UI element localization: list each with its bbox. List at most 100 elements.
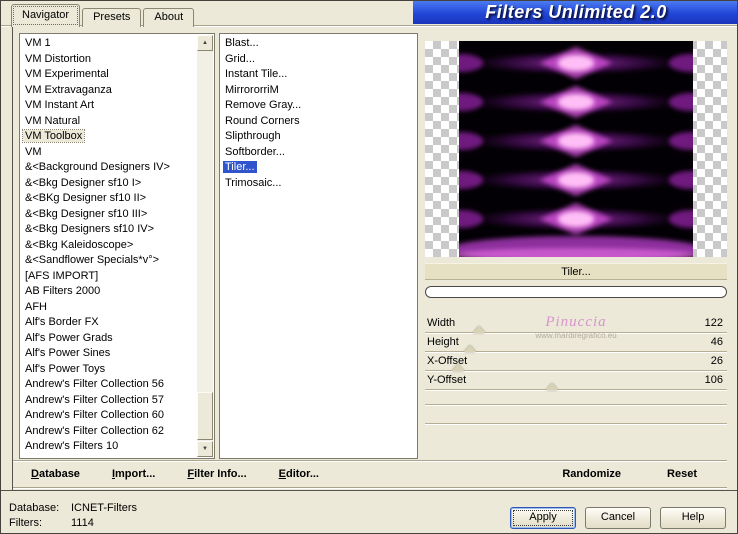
category-item-label: VM 1	[25, 37, 51, 49]
action-button[interactable]: Reset	[667, 468, 697, 480]
tab[interactable]: Presets	[82, 8, 142, 27]
category-item[interactable]: Alf's Power Sines	[21, 346, 197, 362]
category-item-label: VM Distortion	[25, 52, 92, 65]
progress-bar	[425, 286, 727, 298]
action-label: Reset	[667, 468, 697, 480]
scroll-up-icon[interactable]: ▲	[197, 35, 213, 51]
command-button[interactable]: Import...	[112, 468, 155, 480]
status-filters-value: 1114	[71, 517, 94, 529]
category-item-label: Andrew's Filters 10	[25, 440, 119, 452]
category-item[interactable]: Andrew's Filter Collection 57	[21, 393, 197, 409]
filter-item-label: Remove Gray...	[225, 99, 302, 111]
category-item[interactable]: VM Toolbox	[21, 129, 197, 145]
filter-item[interactable]: Blast...	[221, 36, 416, 52]
category-item-label: &<Bkg Designers sf10 IV>	[25, 223, 155, 235]
category-item[interactable]: &<Bkg Designer sf10 I>	[21, 176, 197, 192]
filter-item-label: Tiler...	[223, 161, 257, 173]
filter-item[interactable]: Tiler...	[221, 160, 416, 176]
filter-item[interactable]: Remove Gray...	[221, 98, 416, 114]
category-item-label: AB Filters 2000	[25, 285, 101, 297]
dialog-button[interactable]: Help	[660, 507, 726, 529]
category-item[interactable]: VM Instant Art	[21, 98, 197, 114]
category-item-label: VM Natural	[25, 114, 81, 127]
category-item[interactable]: Alf's Power Toys	[21, 362, 197, 378]
category-item[interactable]: Alf's Border FX	[21, 315, 197, 331]
category-item[interactable]: Alf's Power Grads	[21, 331, 197, 347]
category-item[interactable]: VM Distortion	[21, 52, 197, 68]
filter-list-items: Blast... Grid... Instant Tile... Mirroro…	[221, 36, 416, 457]
category-item[interactable]: Andrew's Filters 10	[21, 439, 197, 455]
filter-item-label: Slipthrough	[225, 130, 281, 142]
param-slider-row: X-Offset 26	[425, 352, 727, 371]
tab[interactable]: Navigator	[11, 4, 81, 27]
category-item[interactable]: VM	[21, 145, 197, 161]
scroll-down-icon[interactable]: ▼	[197, 441, 213, 457]
dialog-button-label: Help	[681, 511, 705, 523]
filter-item[interactable]: Round Corners	[221, 114, 416, 130]
category-item[interactable]: &<Bkg Designers sf10 IV>	[21, 222, 197, 238]
command-button[interactable]: Editor...	[279, 468, 319, 480]
tab[interactable]: About	[143, 8, 195, 27]
command-label: Filter Info...	[187, 468, 247, 480]
slider-thumb[interactable]	[473, 326, 486, 333]
param-label: Y-Offset	[427, 374, 467, 386]
preview-caption-label: Tiler...	[561, 266, 591, 278]
category-item[interactable]: AFH	[21, 300, 197, 316]
category-item[interactable]: Andrew's Filter Collection 62	[21, 424, 197, 440]
action-button[interactable]: Randomize	[562, 468, 621, 480]
dialog-button-label: Apply	[529, 511, 557, 523]
dialog-button-label: Cancel	[600, 511, 636, 523]
slider-thumb[interactable]	[464, 345, 477, 352]
category-item[interactable]: &<BKg Designer sf10 II>	[21, 191, 197, 207]
slider-thumb[interactable]	[545, 383, 558, 390]
category-scrollbar[interactable]: ▲ ▼	[197, 35, 213, 457]
filter-item-label: Softborder...	[225, 145, 285, 158]
category-item[interactable]: &<Sandflower Specials*v°>	[21, 253, 197, 269]
category-item-label: &<Bkg Designer sf10 III>	[25, 207, 148, 220]
command-button[interactable]: Filter Info...	[187, 468, 246, 480]
dialog-button[interactable]: Cancel	[585, 507, 651, 529]
category-item-label: Andrew's Filter Collection 57	[25, 393, 165, 406]
status-database-value: ICNET-Filters	[71, 502, 137, 514]
category-item[interactable]: Andrew's Filter Collection 60	[21, 408, 197, 424]
tab-bar: Navigator Presets About	[11, 4, 195, 27]
category-item-label: VM Experimental	[25, 68, 109, 80]
filter-item-label: Round Corners	[225, 114, 300, 127]
category-item[interactable]: VM Extravaganza	[21, 83, 197, 99]
category-item[interactable]: &<Background Designers IV>	[21, 160, 197, 176]
category-item-label: Alf's Power Toys	[25, 362, 106, 375]
category-item[interactable]: VM Natural	[21, 114, 197, 130]
filter-item[interactable]: Grid...	[221, 52, 416, 68]
category-item[interactable]: AB Filters 2000	[21, 284, 197, 300]
status-area: Database: ICNET-Filters Filters: 1114	[9, 502, 137, 529]
category-item-label: &<BKg Designer sf10 II>	[25, 192, 147, 204]
filter-item[interactable]: MirrororriM	[221, 83, 416, 99]
filter-item[interactable]: Softborder...	[221, 145, 416, 161]
category-item[interactable]: Andrew's Filter Collection 56	[21, 377, 197, 393]
filter-item[interactable]: Slipthrough	[221, 129, 416, 145]
filter-item[interactable]: Instant Tile...	[221, 67, 416, 83]
slider-thumb[interactable]	[452, 364, 465, 371]
category-item[interactable]: [AFS IMPORT]	[21, 269, 197, 285]
dialog-button[interactable]: Apply	[510, 507, 576, 529]
preview-caption: Tiler...	[425, 263, 727, 280]
category-item[interactable]: &<Bkg Kaleidoscope>	[21, 238, 197, 254]
command-button[interactable]: Database	[31, 468, 80, 480]
param-label: Width	[427, 317, 456, 329]
category-item-label: VM Extravaganza	[25, 83, 112, 96]
category-item[interactable]: &<Bkg Designer sf10 III>	[21, 207, 197, 223]
preview-image[interactable]	[459, 41, 693, 257]
dialog-buttons: Apply Cancel Help	[510, 507, 726, 529]
category-item[interactable]: VM Experimental	[21, 67, 197, 83]
scrollbar-thumb[interactable]	[197, 392, 213, 440]
category-item[interactable]: VM 1	[21, 36, 197, 52]
filter-item-label: Trimosaic...	[225, 176, 282, 189]
tab-label: Navigator	[22, 9, 70, 21]
param-value: 106	[704, 374, 723, 386]
status-filters-label: Filters:	[9, 517, 42, 529]
title-banner: Filters Unlimited 2.0	[413, 1, 737, 24]
filter-item-label: Grid...	[225, 52, 255, 65]
filter-item[interactable]: Trimosaic...	[221, 176, 416, 192]
filter-item-label: MirrororriM	[225, 83, 279, 96]
category-item-label: VM Toolbox	[21, 129, 86, 143]
